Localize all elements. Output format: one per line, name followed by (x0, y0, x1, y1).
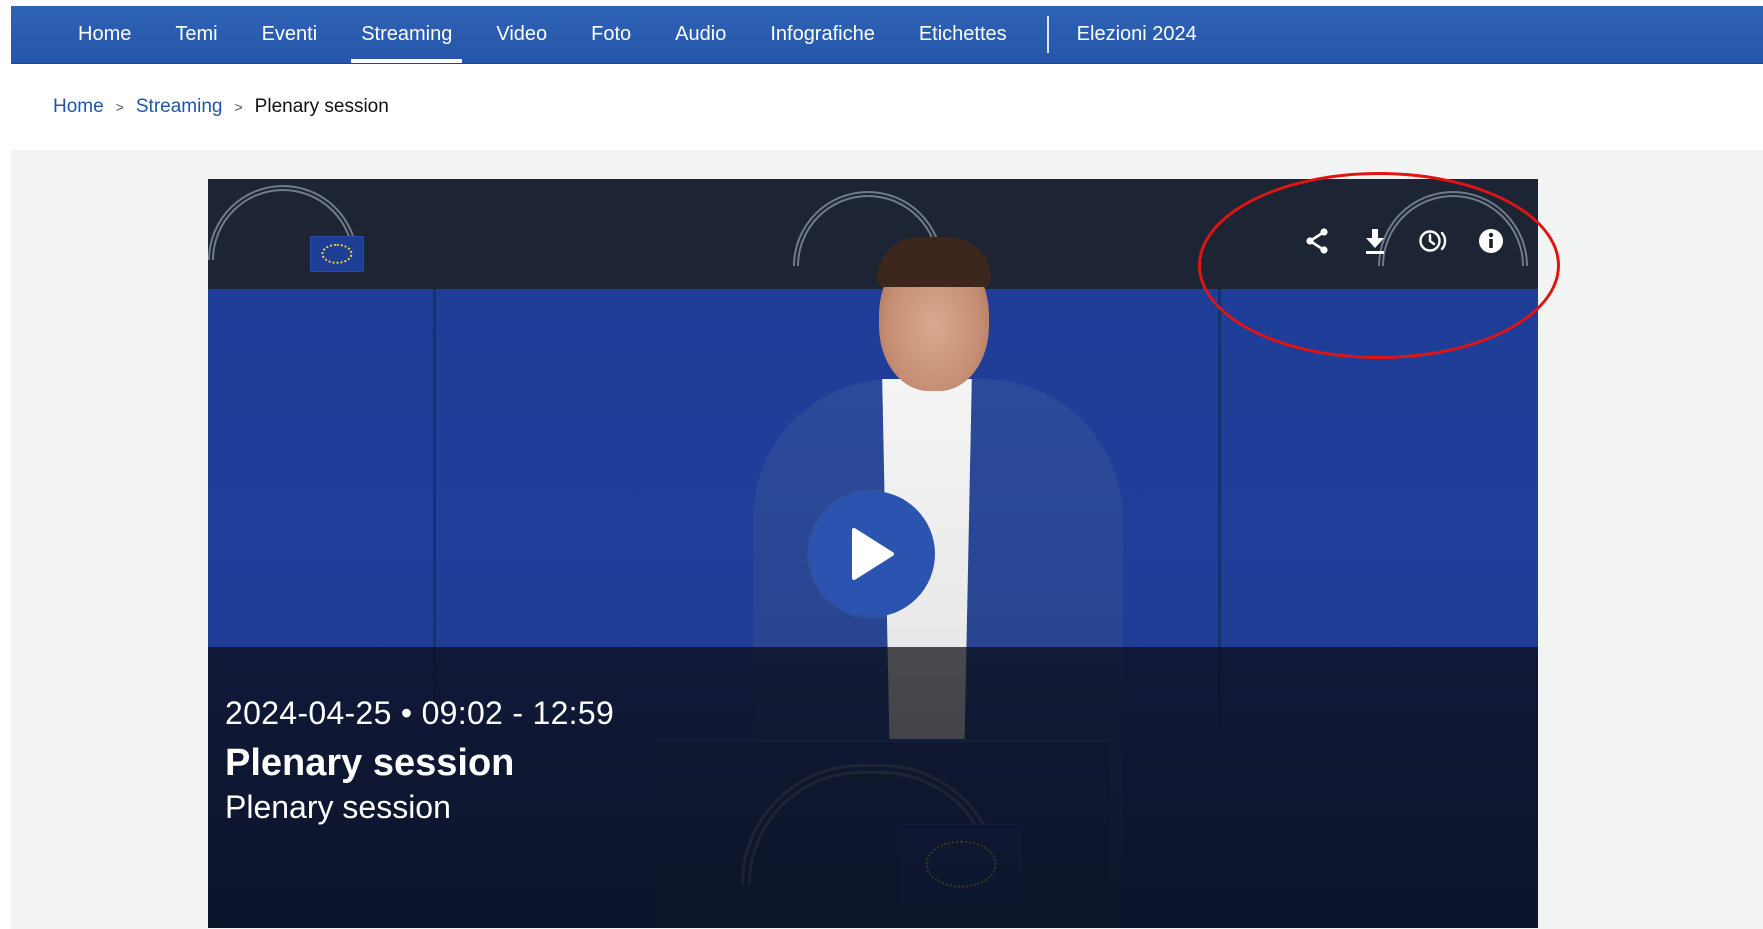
nav-item-elezioni-2024[interactable]: Elezioni 2024 (1069, 6, 1219, 63)
nav-item-audio[interactable]: Audio (653, 6, 748, 63)
history-icon (1419, 230, 1447, 252)
nav-item-video[interactable]: Video (474, 6, 569, 63)
video-datetime: 2024-04-25 • 09:02 - 12:59 (225, 695, 615, 731)
speaker-hair (877, 237, 991, 287)
nav-item-temi[interactable]: Temi (153, 6, 239, 63)
video-player[interactable]: 2024-04-25 • 09:02 - 12:59 Plenary sessi… (208, 179, 1538, 928)
play-icon (852, 528, 894, 580)
nav-item-home[interactable]: Home (56, 6, 153, 63)
nav-item-streaming[interactable]: Streaming (339, 6, 474, 63)
download-icon (1366, 229, 1384, 254)
share-button[interactable] (1288, 221, 1346, 261)
nav-item-eventi[interactable]: Eventi (240, 6, 340, 63)
info-button[interactable] (1462, 221, 1520, 261)
video-subtitle: Plenary session (225, 789, 451, 825)
nav-items: Home Temi Eventi Streaming Video Foto Au… (11, 6, 1219, 63)
nav-divider (1046, 16, 1049, 53)
nav-item-infografiche[interactable]: Infografiche (748, 6, 897, 63)
breadcrumb: Home > Streaming > Plenary session (53, 96, 389, 118)
play-button[interactable] (809, 491, 935, 617)
breadcrumb-separator: > (234, 99, 243, 115)
breadcrumb-streaming-link[interactable]: Streaming (136, 96, 223, 118)
download-button[interactable] (1346, 221, 1404, 261)
breadcrumb-home-link[interactable]: Home (53, 96, 104, 118)
eu-flag-left (310, 236, 364, 272)
video-info: 2024-04-25 • 09:02 - 12:59 Plenary sessi… (225, 695, 614, 826)
share-icon (1306, 228, 1328, 254)
video-title: Plenary session (225, 742, 515, 784)
top-navigation: Home Temi Eventi Streaming Video Foto Au… (11, 6, 1763, 64)
breadcrumb-current: Plenary session (254, 96, 389, 117)
info-icon (1479, 229, 1503, 253)
nav-item-foto[interactable]: Foto (569, 6, 653, 63)
player-controls (1288, 221, 1520, 261)
nav-item-etichettes[interactable]: Etichettes (897, 6, 1029, 63)
video-info-overlay: 2024-04-25 • 09:02 - 12:59 Plenary sessi… (208, 647, 1538, 928)
breadcrumb-separator: > (115, 99, 124, 115)
history-button[interactable] (1404, 221, 1462, 261)
